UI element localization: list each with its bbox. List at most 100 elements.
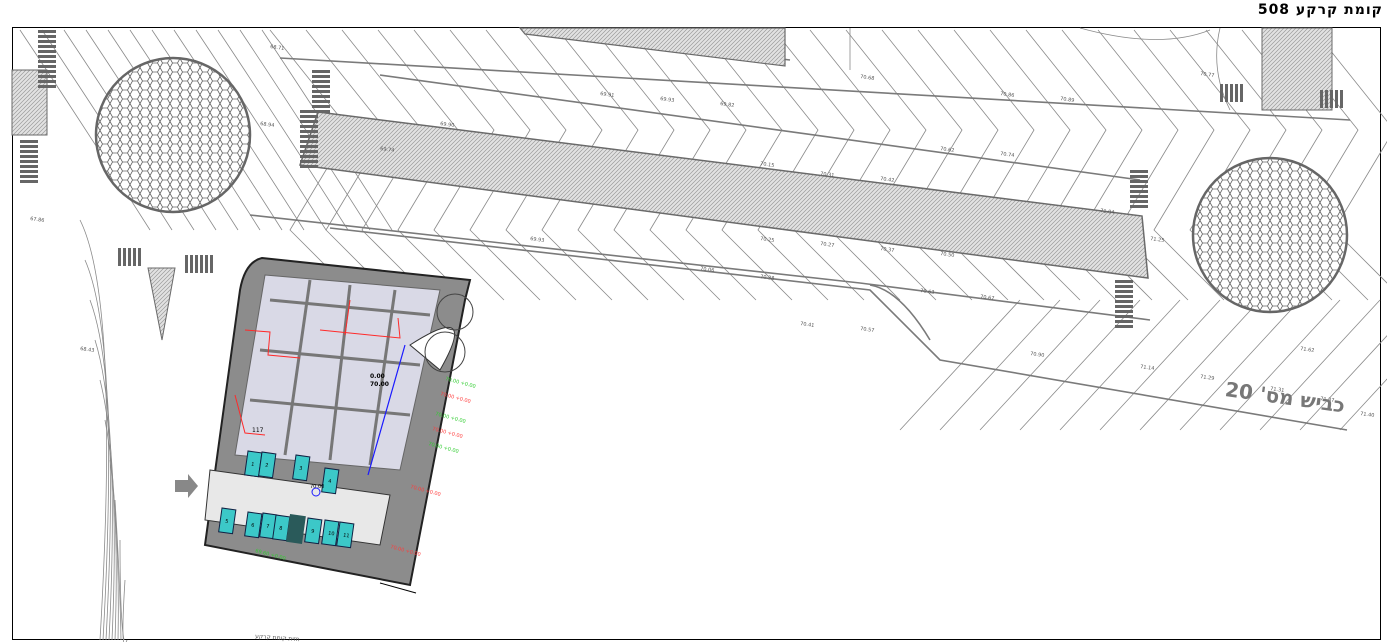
- elevation-label: 70.06: [700, 266, 715, 274]
- elevation-label: 71.14: [1140, 364, 1155, 372]
- contour-line: [1179, 299, 1301, 431]
- crosswalk-stripe: [1130, 170, 1148, 173]
- left-walkway: [11, 69, 48, 136]
- crosswalk-stripe: [210, 255, 213, 273]
- parking-space: 6: [244, 511, 263, 539]
- crosswalk-stripe: [300, 110, 318, 113]
- elevation-label: 70.86: [1000, 91, 1015, 99]
- crosswalk-stripe: [300, 160, 318, 163]
- roundabout-left: [94, 56, 252, 214]
- crosswalk-stripe: [20, 165, 38, 168]
- crosswalk-stripe: [20, 140, 38, 143]
- pedestrian-walkway: [298, 111, 1149, 279]
- crosswalk-stripe: [1115, 325, 1133, 328]
- crosswalk-stripe: [1235, 84, 1238, 102]
- contour-line: [979, 299, 1101, 431]
- elevation-label: 71.25: [1150, 236, 1165, 244]
- upper-plaza: [518, 27, 786, 67]
- crosswalk-stripe: [20, 155, 38, 158]
- crosswalk-stripe: [1115, 280, 1133, 283]
- elevation-label: 68.71: [270, 44, 285, 52]
- elevation-label: 70.37: [880, 246, 895, 254]
- contour-line: [79, 219, 108, 641]
- crosswalk-stripe: [38, 40, 56, 43]
- contour-line: [1139, 299, 1261, 431]
- elevation-label: 69.82: [720, 101, 735, 109]
- elevation-label: 67.86: [30, 216, 45, 224]
- contour-line: [1019, 299, 1141, 431]
- parking-space: 10: [321, 519, 340, 547]
- entrance-level: 70.00: [310, 484, 324, 490]
- crosswalk-stripe: [312, 85, 330, 88]
- crosswalk-stripe: [1130, 180, 1148, 183]
- crosswalk-stripe: [300, 145, 318, 148]
- parking-number: 11: [343, 533, 350, 540]
- crosswalk-stripe: [1320, 90, 1323, 108]
- crosswalk-stripe: [1115, 305, 1133, 308]
- crosswalk-stripe: [1230, 84, 1233, 102]
- entrance-arrow-icon: [175, 474, 198, 498]
- crosswalk-stripe: [38, 30, 56, 33]
- crosswalk-stripe: [195, 255, 198, 273]
- room-label: 117: [252, 427, 264, 434]
- elevation-label: 68.43: [80, 346, 95, 354]
- parking-space: 3: [292, 454, 311, 482]
- elevation-label: 69.93: [530, 236, 545, 244]
- crosswalk-stripe: [1130, 175, 1148, 178]
- contour-line: [84, 259, 109, 641]
- elevation-label: 70.67: [980, 294, 995, 302]
- crosswalk-stripe: [312, 100, 330, 103]
- crosswalk-stripe: [1130, 190, 1148, 193]
- crosswalk-stripe: [1340, 90, 1343, 108]
- elevation-label: 70.27: [820, 241, 835, 249]
- contour-line: [94, 339, 113, 641]
- crosswalk-stripe: [1130, 200, 1148, 203]
- crosswalk-stripe: [1115, 285, 1133, 288]
- elevation-label: 70.68: [860, 74, 875, 82]
- contour-line: [1059, 299, 1181, 431]
- crosswalk-stripe: [138, 248, 141, 266]
- crosswalk-stripe: [38, 45, 56, 48]
- crosswalk-stripe: [20, 150, 38, 153]
- crosswalk-stripe: [1115, 315, 1133, 318]
- crosswalk-stripe: [133, 248, 136, 266]
- elevation-label: 70.77: [1200, 71, 1215, 79]
- parking-space: 2: [258, 451, 277, 479]
- elevation-label: 69.93: [660, 96, 675, 104]
- bottom-caption: חזית קומת קרקע: [255, 633, 300, 642]
- parking-number: 10: [328, 531, 335, 538]
- building-level-bottom: 70.00: [370, 381, 389, 388]
- crosswalk-stripe: [1335, 90, 1338, 108]
- crosswalk-stripe: [38, 35, 56, 38]
- crosswalk-stripe: [1115, 300, 1133, 303]
- elevation-label: 70.50: [940, 251, 955, 259]
- crosswalk-stripe: [312, 90, 330, 93]
- elevation-label: 70.25: [760, 236, 775, 244]
- crosswalk-stripe: [300, 155, 318, 158]
- elevation-label: 70.63: [920, 288, 935, 296]
- elevation-label: 70.38: [760, 274, 775, 282]
- crosswalk-stripe: [1130, 185, 1148, 188]
- crosswalk-stripe: [205, 255, 208, 273]
- building-level-top: 0.00: [370, 373, 385, 380]
- crosswalk-stripe: [1130, 205, 1148, 208]
- crosswalk-stripe: [312, 105, 330, 108]
- parking-space: 11: [336, 521, 355, 549]
- crosswalk-stripe: [312, 70, 330, 73]
- crosswalk-stripe: [300, 165, 318, 168]
- crosswalk-stripe: [38, 65, 56, 68]
- elevation-label: 71.29: [1200, 374, 1215, 382]
- elevation-label: 70.90: [1030, 351, 1045, 359]
- elevation-label: 70.57: [860, 326, 875, 334]
- contour-line: [939, 299, 1061, 431]
- crosswalk-stripe: [20, 175, 38, 178]
- elevation-label: 69.91: [600, 91, 615, 99]
- contour-line: [122, 579, 128, 642]
- contour-line: [1099, 299, 1221, 431]
- crosswalk-stripe: [1115, 310, 1133, 313]
- crosswalk-stripe: [312, 80, 330, 83]
- crosswalk-stripe: [200, 255, 203, 273]
- crosswalk-stripe: [312, 75, 330, 78]
- crosswalk-stripe: [1325, 90, 1328, 108]
- left-median: [147, 267, 176, 341]
